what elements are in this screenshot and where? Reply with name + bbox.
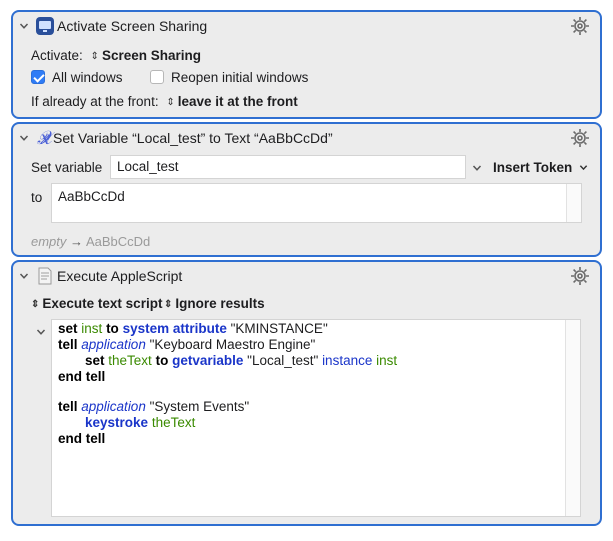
updown-icon: ⇕: [90, 51, 99, 62]
activate-label: Activate:: [31, 48, 83, 63]
updown-icon: ⇕: [31, 299, 40, 310]
chevron-down-icon[interactable]: [19, 21, 29, 31]
action-activate-screen-sharing[interactable]: Activate Screen Sharing Activate: ⇕ Scree…: [11, 10, 602, 119]
action-title: Activate Screen Sharing: [57, 18, 208, 34]
execute-mode-select[interactable]: ⇕ Execute text script: [31, 296, 162, 311]
activate-row: Activate: ⇕ Screen Sharing: [31, 48, 201, 63]
script-editor[interactable]: set inst to system attribute "KMINSTANCE…: [51, 319, 581, 517]
chevron-down-icon[interactable]: [19, 133, 29, 143]
code-line: keystroke theText: [85, 415, 196, 430]
activate-app-select[interactable]: ⇕ Screen Sharing: [91, 48, 201, 63]
set-variable-label: Set variable: [31, 160, 103, 175]
screen-sharing-app-icon: [36, 17, 54, 35]
updown-icon: ⇕: [164, 299, 173, 310]
chevron-down-icon[interactable]: [36, 327, 46, 337]
code-line: set theText to getvariable "Local_test" …: [85, 353, 398, 368]
arrow-icon: →: [70, 234, 84, 249]
action-set-variable[interactable]: 𝒳 x Set Variable “Local_test” to Text “A…: [11, 122, 602, 257]
code-line: tell application "Keyboard Maestro Engin…: [58, 337, 316, 352]
scrollbar[interactable]: [566, 184, 581, 222]
script-document-icon: [38, 267, 52, 285]
action-header: Activate Screen Sharing: [13, 12, 600, 40]
scrollbar[interactable]: [565, 320, 580, 516]
front-row: If already at the front: ⇕ leave it at th…: [31, 94, 298, 109]
chevron-down-icon[interactable]: [472, 163, 482, 173]
results-mode-select[interactable]: ⇕ Ignore results: [164, 296, 265, 311]
code-line: tell application "System Events": [58, 399, 250, 414]
all-windows-checkbox[interactable]: [31, 70, 45, 84]
code-line: set inst to system attribute "KMINSTANCE…: [58, 321, 328, 336]
action-title: Execute AppleScript: [57, 268, 183, 284]
action-execute-applescript[interactable]: Execute AppleScript ⇕ Execute text script…: [11, 260, 602, 526]
insert-token-button[interactable]: Insert Token: [493, 160, 588, 175]
preview-line: empty → AaBbCcDd: [31, 234, 151, 249]
variable-name-input[interactable]: Local_test: [110, 155, 466, 179]
front-label: If already at the front:: [31, 94, 159, 109]
action-header: 𝒳 x Set Variable “Local_test” to Text “A…: [13, 124, 600, 152]
gear-icon[interactable]: [570, 128, 590, 148]
svg-text:x: x: [40, 128, 50, 148]
chevron-down-icon: [579, 165, 588, 171]
gear-icon[interactable]: [570, 266, 590, 286]
chevron-down-icon[interactable]: [19, 271, 29, 281]
updown-icon: ⇕: [166, 97, 175, 108]
action-header: Execute AppleScript: [13, 262, 600, 290]
front-behavior-select[interactable]: ⇕ leave it at the front: [166, 94, 297, 109]
all-windows-label: All windows: [52, 70, 123, 85]
gear-icon[interactable]: [570, 16, 590, 36]
action-title: Set Variable “Local_test” to Text “AaBbC…: [53, 130, 333, 146]
to-label: to: [31, 190, 43, 205]
text-value-input[interactable]: AaBbCcDd: [51, 183, 582, 223]
variable-x-icon: 𝒳 x: [37, 128, 55, 148]
code-line: end tell: [58, 369, 106, 384]
reopen-windows-label: Reopen initial windows: [171, 70, 309, 85]
reopen-windows-checkbox[interactable]: [150, 70, 164, 84]
code-line: end tell: [58, 431, 106, 446]
